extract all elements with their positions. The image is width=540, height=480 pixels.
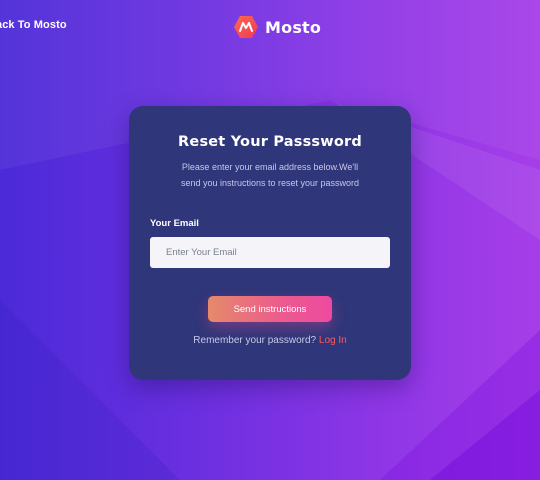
back-to-home-link[interactable]: ack To Mosto	[0, 19, 67, 31]
page: ack To Mosto Mosto Reset Your Passsword …	[0, 0, 540, 480]
card-description: Please enter your email address below.We…	[159, 159, 381, 191]
reset-password-card: Reset Your Passsword Please enter your e…	[129, 106, 411, 380]
remember-password-row: Remember your password? Log In	[129, 335, 411, 346]
mosto-logo-icon	[234, 16, 258, 38]
brand-name: Mosto	[265, 17, 322, 37]
description-line-2: send you instructions to reset your pass…	[180, 178, 360, 188]
login-link[interactable]: Log In	[319, 335, 347, 346]
description-line-1: Please enter your email address below.We…	[181, 162, 359, 172]
email-label: Your Email	[150, 218, 199, 229]
card-title: Reset Your Passsword	[178, 134, 362, 150]
remember-text: Remember your password?	[193, 335, 319, 346]
email-input[interactable]	[150, 237, 390, 268]
send-instructions-button[interactable]: Send instructions	[208, 296, 332, 322]
brand-logo[interactable]: Mosto	[233, 14, 321, 40]
